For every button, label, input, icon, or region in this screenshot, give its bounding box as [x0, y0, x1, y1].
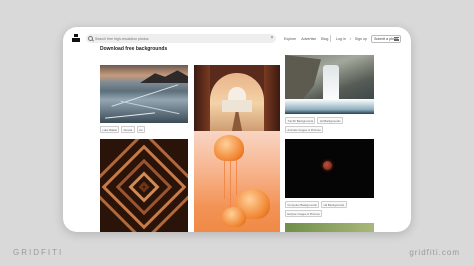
- photo-spiral-stairs[interactable]: [100, 139, 188, 232]
- browser-window: × Explore Advertise Blog Log in / Sign u…: [63, 27, 411, 232]
- tag-chip[interactable]: Hd Backgrounds: [317, 117, 343, 125]
- photo-tags: Computer Backgrounds Hd Backgrounds Ecli…: [285, 201, 374, 218]
- hamburger-menu-icon[interactable]: [394, 37, 399, 41]
- auth-links: Log in / Sign up Submit a photo: [336, 27, 402, 51]
- nav-explore-link[interactable]: Explore: [284, 37, 296, 41]
- brand-watermark-left: GRIDFITI: [13, 248, 64, 257]
- photo-waterfall[interactable]: [285, 55, 374, 114]
- photo-tags: Lake Baikal Russia Ice: [100, 126, 188, 134]
- tag-chip[interactable]: Computer Backgrounds: [285, 201, 320, 209]
- photo-partial[interactable]: [285, 223, 374, 232]
- tag-chip[interactable]: Animals Images & Pictures: [285, 126, 324, 134]
- photo-frozen-lake[interactable]: [100, 65, 188, 123]
- nav-divider: [330, 35, 331, 42]
- page-title: Download free backgrounds: [100, 46, 168, 52]
- tag-chip[interactable]: Hd Backgrounds: [321, 201, 347, 209]
- tag-chip[interactable]: Ice: [136, 126, 146, 134]
- tag-chip[interactable]: Russia: [121, 126, 135, 134]
- tag-chip[interactable]: Tumblr Backgrounds: [285, 117, 316, 125]
- login-link[interactable]: Log in: [336, 37, 346, 41]
- photo-eclipse[interactable]: [285, 139, 374, 198]
- brand-watermark-right: gridfiti.com: [409, 248, 460, 257]
- search-input[interactable]: [95, 34, 268, 43]
- tag-chip[interactable]: Lake Baikal: [100, 126, 120, 134]
- auth-separator: /: [349, 37, 351, 41]
- nav-advertise-link[interactable]: Advertise: [301, 37, 316, 41]
- nav-blog-link[interactable]: Blog: [321, 37, 328, 41]
- search-bar[interactable]: ×: [86, 34, 276, 43]
- search-icon: [86, 34, 95, 43]
- photo-tags: Tumblr Backgrounds Hd Backgrounds Animal…: [285, 117, 374, 134]
- photo-taj-mahal[interactable]: [194, 65, 280, 141]
- nav-links: Explore Advertise Blog: [284, 27, 328, 51]
- site-logo-icon[interactable]: [72, 34, 80, 42]
- photo-jellyfish[interactable]: [194, 131, 280, 232]
- tag-chip[interactable]: Eclipse Images & Pictures: [285, 210, 323, 218]
- clear-search-icon[interactable]: ×: [268, 34, 276, 43]
- signup-link[interactable]: Sign up: [355, 37, 367, 41]
